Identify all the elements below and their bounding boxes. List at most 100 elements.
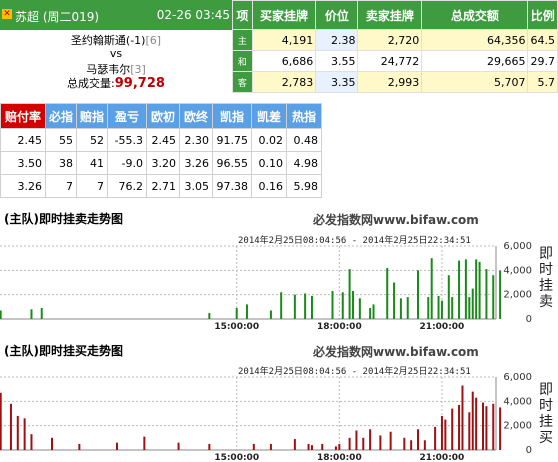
chart-bar bbox=[444, 419, 447, 450]
index-cell: 0.48 bbox=[286, 128, 322, 152]
chart-bar bbox=[358, 298, 361, 319]
chart-bar bbox=[143, 436, 146, 450]
chart-bar bbox=[471, 391, 474, 450]
buy-chart-side-label: 即时挂买 bbox=[539, 382, 553, 446]
odds-ratio: 5.7 bbox=[527, 71, 558, 93]
chart-bar bbox=[427, 297, 430, 319]
chart-bar bbox=[485, 406, 488, 450]
odds-total: 64,356 bbox=[421, 29, 529, 51]
chart-bar bbox=[208, 443, 211, 450]
chart-bar bbox=[30, 434, 33, 450]
odds-total: 5,707 bbox=[421, 71, 529, 93]
index-cell: 2.45 bbox=[0, 128, 46, 152]
chart-bar bbox=[78, 443, 81, 450]
chart-bar bbox=[482, 402, 485, 450]
index-header-kelly-diff: 凯差 bbox=[251, 103, 287, 129]
total-volume: 总成交量:99,728 bbox=[0, 75, 232, 91]
chart-bar bbox=[235, 308, 238, 319]
x-tick-label: 15:00:00 bbox=[214, 322, 259, 330]
chart-bar bbox=[115, 442, 118, 450]
index-row: 2.45 55 52 -55.3 2.45 2.30 91.75 0.02 0.48 bbox=[0, 128, 322, 152]
chart-bar bbox=[485, 269, 488, 319]
odds-header-buy: 买家挂牌 bbox=[251, 0, 317, 30]
chart-bar bbox=[475, 397, 478, 450]
chart-bar bbox=[499, 407, 502, 450]
odds-row-draw: 和 6,686 3.55 24,772 29,665 29.7 bbox=[232, 50, 558, 72]
chart-bar bbox=[475, 259, 478, 319]
odds-sell: 2,993 bbox=[357, 71, 423, 93]
index-cell: 0.16 bbox=[251, 174, 287, 198]
index-row: 3.50 38 41 -9.0 3.20 3.26 96.55 0.10 4.98 bbox=[0, 151, 322, 175]
y-tick-label: 4,000 bbox=[503, 265, 532, 276]
odds-row-away: 客 2,783 3.35 2,993 5,707 5.7 bbox=[232, 71, 558, 93]
odds-header-total: 总成交额 bbox=[421, 0, 529, 30]
chart-bar bbox=[304, 293, 307, 319]
chart-bar bbox=[310, 445, 313, 450]
chart-bar bbox=[208, 312, 211, 319]
index-cell: 41 bbox=[76, 151, 108, 175]
odds-row-label: 和 bbox=[232, 50, 253, 72]
index-cell: 2.45 bbox=[146, 128, 180, 152]
chart-bar bbox=[362, 437, 365, 450]
close-icon[interactable]: ✕ bbox=[2, 9, 12, 19]
chart-bar bbox=[406, 297, 409, 319]
index-header-eu-close: 欧终 bbox=[179, 103, 213, 129]
odds-total: 29,665 bbox=[421, 50, 529, 72]
index-header-payout: 赔付率 bbox=[0, 103, 46, 129]
x-tick-label: 21:00:00 bbox=[420, 322, 465, 330]
odds-table: 项 买家挂牌 价位 卖家挂牌 总成交额 比例 主 4,191 2.38 2,72… bbox=[232, 0, 558, 93]
home-team-rank: [6] bbox=[145, 34, 162, 47]
index-cell: -55.3 bbox=[107, 128, 147, 152]
chart-bar bbox=[0, 392, 2, 450]
buy-chart-site: 必发指数网www.bifaw.com bbox=[313, 345, 479, 359]
chart-bar bbox=[355, 430, 358, 450]
odds-ratio: 64.5 bbox=[527, 29, 558, 51]
y-tick-label: 2,000 bbox=[503, 290, 532, 301]
chart-bar bbox=[410, 440, 413, 450]
chart-bar bbox=[399, 298, 402, 319]
league-label: 苏超 (周二019) bbox=[15, 10, 100, 24]
chart-bar bbox=[331, 291, 334, 319]
index-cell: 3.20 bbox=[146, 151, 180, 175]
chart-bar bbox=[369, 308, 372, 319]
chart-bar bbox=[393, 282, 396, 319]
chart-bar bbox=[50, 437, 53, 450]
sell-chart-side-label: 即时挂卖 bbox=[539, 246, 553, 310]
chart-bar bbox=[348, 269, 351, 319]
index-cell: 3.26 bbox=[0, 174, 46, 198]
total-volume-value: 99,728 bbox=[114, 76, 165, 91]
index-cell: 96.55 bbox=[212, 151, 252, 175]
odds-header-sell: 卖家挂牌 bbox=[357, 0, 423, 30]
x-tick-label: 15:00:00 bbox=[214, 453, 259, 462]
odds-price: 2.38 bbox=[315, 29, 359, 51]
chart-bar bbox=[269, 310, 272, 319]
chart-bar bbox=[352, 291, 355, 319]
x-tick-label: 21:00:00 bbox=[420, 453, 465, 462]
index-cell: 55 bbox=[45, 128, 77, 152]
index-cell: 2.30 bbox=[179, 128, 213, 152]
chart-bar bbox=[16, 415, 19, 450]
index-header-hot: 热指 bbox=[286, 103, 322, 129]
chart-bar bbox=[310, 295, 313, 319]
odds-header-row: 项 买家挂牌 价位 卖家挂牌 总成交额 比例 bbox=[232, 0, 558, 30]
y-tick-label: 6,000 bbox=[503, 241, 532, 252]
chart-bar bbox=[293, 439, 296, 450]
index-cell: -9.0 bbox=[107, 151, 147, 175]
index-cell: 0.02 bbox=[251, 128, 287, 152]
chart-bar bbox=[389, 431, 392, 450]
chart-bar bbox=[252, 443, 255, 450]
odds-price: 3.35 bbox=[315, 71, 359, 93]
chart-bar bbox=[0, 310, 2, 319]
chart-bar bbox=[307, 443, 310, 450]
chart-bar bbox=[458, 260, 461, 319]
chart-bar bbox=[245, 304, 248, 319]
chart-bar bbox=[386, 267, 389, 319]
y-tick-label: 2,000 bbox=[503, 421, 532, 432]
index-header-kelly: 凯指 bbox=[212, 103, 252, 129]
index-header-row: 赔付率 必指 赔指 盈亏 欧初 欧终 凯指 凯差 热指 bbox=[0, 103, 322, 129]
chart-bar bbox=[269, 443, 272, 450]
chart-bar bbox=[30, 309, 33, 319]
buy-chart-title: (主队)即时挂买走势图 bbox=[4, 344, 123, 358]
index-cell: 76.2 bbox=[107, 174, 147, 198]
home-team-name: 圣约翰斯通(-1) bbox=[70, 34, 146, 47]
